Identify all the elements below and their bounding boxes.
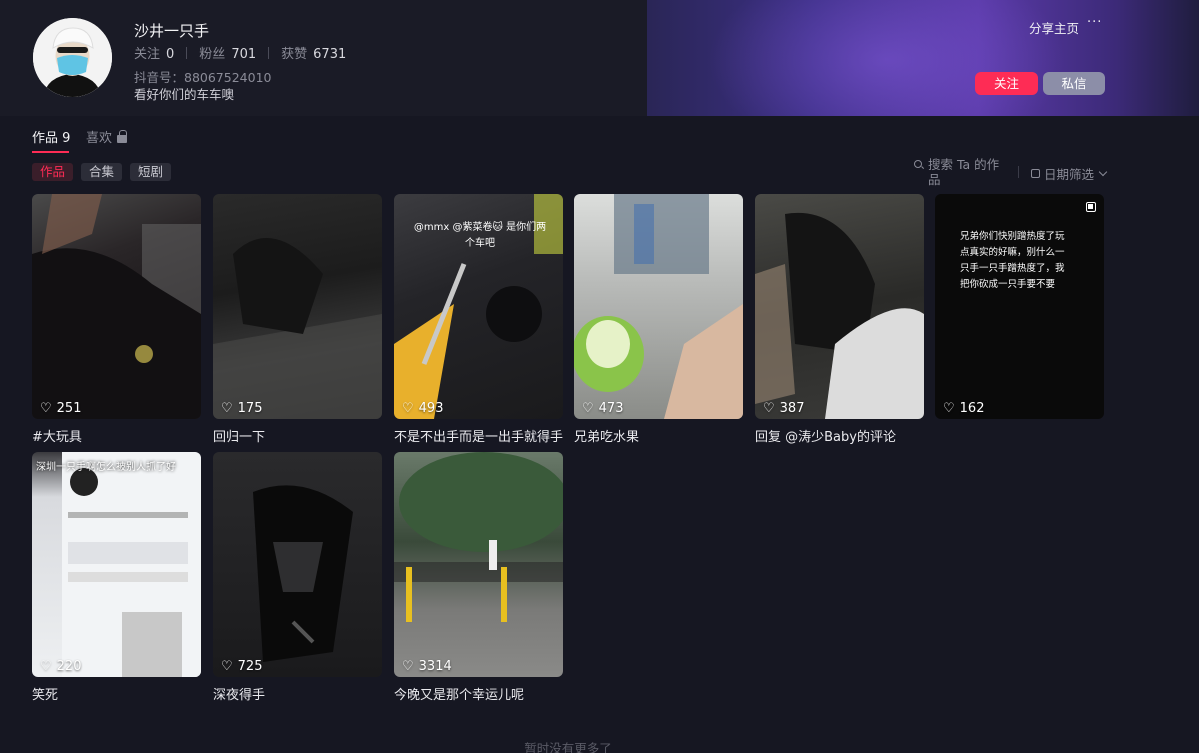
heart-icon: ♡ — [763, 401, 775, 416]
video-thumbnail[interactable]: ♡ 473 — [574, 194, 743, 419]
chip-collection[interactable]: 合集 — [81, 163, 123, 181]
profile-header: 沙井一只手 关注 0 粉丝 701 获赞 6731 抖音号：88067524010 看… — [0, 0, 1199, 116]
tab-likes-label: 喜欢 — [86, 131, 113, 146]
share-profile-button[interactable]: 分享主页 — [1029, 18, 1079, 37]
heart-icon: ♡ — [943, 401, 955, 416]
video-card[interactable]: 兄弟你们快别蹭热度了玩点真实的好嘛，别什么一只手一只手蹭热度了，我把你砍成一只手… — [935, 194, 1104, 426]
video-card[interactable]: ♡ 3314 今晚又是那个幸运儿呢 — [394, 452, 563, 703]
nickname: 沙井一只手 — [134, 22, 210, 40]
profile-stats: 关注 0 粉丝 701 获赞 6731 — [134, 43, 346, 62]
image-post-icon — [1086, 202, 1096, 212]
video-card[interactable]: @mmx @紫菜卷🐱 是你们两个车吧 ♡ 493 不是不出手而是一出手就得手 — [394, 194, 563, 445]
video-thumbnail[interactable]: ♡ 387 — [755, 194, 924, 419]
stat-label: 关注 — [134, 47, 161, 62]
video-thumbnail[interactable]: ♡ 251 — [32, 194, 201, 419]
video-card[interactable]: 深圳一只手啊怎么被别人抓了好 ♡ 220 笑死 — [32, 452, 201, 703]
more-options-icon[interactable]: ··· — [1087, 15, 1102, 30]
video-thumbnail[interactable]: ♡ 725 — [213, 452, 382, 677]
active-tab-indicator — [32, 151, 69, 153]
video-caption[interactable]: 回复 @涛少Baby的评论 — [755, 426, 924, 445]
video-card[interactable]: ♡ 387 回复 @涛少Baby的评论 — [755, 194, 924, 445]
video-overlay-text: 深圳一只手啊怎么被别人抓了好 — [36, 462, 176, 473]
like-count: ♡ 387 — [763, 401, 804, 416]
like-count-value: 3314 — [418, 659, 452, 674]
video-thumbnail[interactable]: 兄弟你们快别蹭热度了玩点真实的好嘛，别什么一只手一只手蹭热度了，我把你砍成一只手… — [935, 194, 1104, 419]
video-caption[interactable]: 深夜得手 — [213, 684, 382, 703]
stat-label: 粉丝 — [199, 47, 226, 62]
video-card[interactable]: ♡ 473 兄弟吃水果 — [574, 194, 743, 445]
tab-likes[interactable]: 喜欢 — [86, 127, 128, 146]
video-thumbnail[interactable]: 深圳一只手啊怎么被别人抓了好 ♡ 220 — [32, 452, 201, 677]
heart-icon: ♡ — [221, 659, 233, 674]
avatar-image — [33, 18, 112, 97]
heart-icon: ♡ — [402, 401, 414, 416]
lock-icon — [117, 129, 128, 143]
avatar[interactable] — [33, 18, 112, 97]
date-filter-label: 日期筛选 — [1044, 167, 1095, 182]
video-caption[interactable]: 今晚又是那个幸运儿呢 — [394, 684, 563, 703]
video-caption[interactable]: 兄弟吃水果 — [574, 426, 743, 445]
like-count-value: 493 — [418, 401, 444, 416]
video-caption[interactable]: #大玩具 — [32, 426, 201, 445]
following-stat[interactable]: 关注 0 — [134, 43, 174, 62]
heart-icon: ♡ — [221, 401, 233, 416]
video-card[interactable]: ♡ 725 深夜得手 — [213, 452, 382, 703]
like-count-value: 162 — [959, 401, 985, 416]
search-icon — [914, 160, 924, 170]
like-count-value: 473 — [598, 401, 624, 416]
like-count: ♡ 162 — [943, 401, 984, 416]
like-count: ♡ 493 — [402, 401, 443, 416]
like-count: ♡ 3314 — [402, 659, 452, 674]
like-count-value: 251 — [56, 401, 82, 416]
like-count-value: 387 — [779, 401, 805, 416]
stat-value: 6731 — [313, 47, 347, 62]
like-count-value: 175 — [237, 401, 263, 416]
chevron-down-icon — [1098, 167, 1108, 177]
followers-stat[interactable]: 粉丝 701 — [199, 43, 256, 62]
video-overlay-text: @mmx @紫菜卷🐱 是你们两个车吧 — [413, 222, 547, 249]
message-button[interactable]: 私信 — [1043, 72, 1105, 95]
end-of-list-text: 暂时没有更多了 — [524, 741, 612, 753]
search-label: 搜索 Ta 的作品 — [928, 157, 1000, 187]
video-caption[interactable]: 笑死 — [32, 684, 201, 703]
heart-icon: ♡ — [40, 401, 52, 416]
like-count: ♡ 473 — [582, 401, 623, 416]
video-card[interactable]: ♡ 251 #大玩具 — [32, 194, 201, 445]
like-count: ♡ 251 — [40, 401, 81, 416]
divider — [186, 46, 188, 59]
heart-icon: ♡ — [40, 659, 52, 674]
chip-works[interactable]: 作品 — [32, 163, 74, 181]
search-works-input[interactable]: 搜索 Ta 的作品 — [914, 157, 1006, 187]
tab-works[interactable]: 作品 9 — [32, 127, 70, 146]
total-likes-stat: 获赞 6731 — [281, 43, 346, 62]
stat-label: 获赞 — [281, 47, 308, 62]
like-count: ♡ 175 — [221, 401, 262, 416]
like-count-value: 725 — [237, 659, 263, 674]
calendar-icon — [1031, 169, 1040, 178]
video-caption[interactable]: 回归一下 — [213, 426, 382, 445]
bio: 看好你们的车车噢 — [134, 87, 235, 102]
heart-icon: ♡ — [582, 401, 594, 416]
chip-short-drama[interactable]: 短剧 — [130, 163, 172, 181]
stat-value: 0 — [166, 47, 175, 62]
divider — [268, 46, 270, 59]
follow-button[interactable]: 关注 — [975, 72, 1038, 95]
video-caption[interactable]: 不是不出手而是一出手就得手 — [394, 426, 563, 445]
date-filter-dropdown[interactable]: 日期筛选 — [1031, 164, 1108, 183]
video-card[interactable]: ♡ 175 回归一下 — [213, 194, 382, 445]
video-overlay-text: 兄弟你们快别蹭热度了玩点真实的好嘛，别什么一只手一只手蹭热度了，我把你砍成一只手… — [960, 231, 1065, 290]
stat-value: 701 — [231, 47, 257, 62]
like-count: ♡ 725 — [221, 659, 262, 674]
video-thumbnail[interactable]: ♡ 3314 — [394, 452, 563, 677]
video-thumbnail[interactable]: ♡ 175 — [213, 194, 382, 419]
like-count-value: 220 — [56, 659, 82, 674]
divider — [1018, 166, 1019, 178]
video-thumbnail[interactable]: @mmx @紫菜卷🐱 是你们两个车吧 ♡ 493 — [394, 194, 563, 419]
heart-icon: ♡ — [402, 659, 414, 674]
profile-banner — [647, 0, 1199, 116]
like-count: ♡ 220 — [40, 659, 81, 674]
